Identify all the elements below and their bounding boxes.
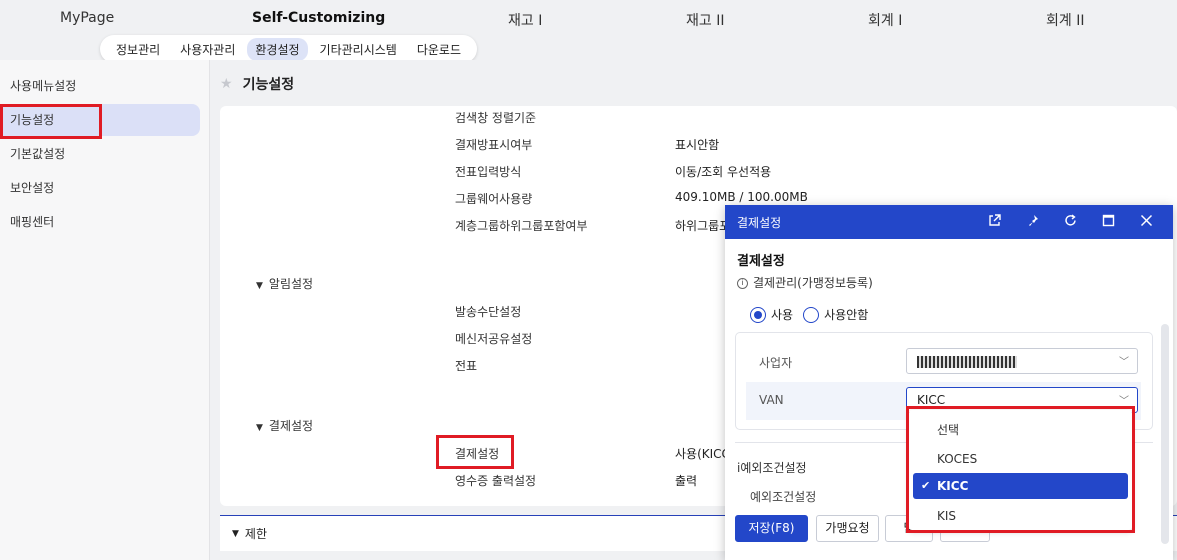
refresh-icon[interactable] [1051,213,1089,231]
modal-tools [975,205,1165,239]
sidebar-item-menu-settings[interactable]: 사용메뉴설정 [0,70,200,102]
radio-use-label[interactable]: 사용 [771,306,793,323]
setting-label: 발송수단설정 [455,305,522,319]
setting-value[interactable]: 출력 [675,472,697,489]
section-exception-settings: i예외조건설정 [737,461,807,475]
check-icon: ✔ [921,479,931,492]
radio-not-use-label[interactable]: 사용안함 [824,306,868,323]
setting-label: 전표입력방식 [455,165,522,179]
van-option-kis[interactable]: KIS [913,503,1128,529]
subnav-download[interactable]: 다운로드 [409,38,469,61]
use-radio-group: 사용 사용안함 [750,306,878,323]
sidebar-item-function-settings[interactable]: 기능설정 [0,104,200,136]
setting-label: 그룹웨어사용량 [455,192,533,206]
masked-business-name [917,355,1017,368]
top-navigation: MyPage Self-Customizing 재고 I 재고 II 회계 I … [0,0,1177,38]
van-dropdown-list: 선택 KOCES ✔ KICC KIS [909,410,1132,530]
radio-use[interactable] [750,306,766,323]
setting-label: 영수증 출력설정 [455,474,537,488]
external-link-icon[interactable] [975,213,1013,231]
setting-label: 결재방표시여부 [455,138,533,152]
subnav-info[interactable]: 정보관리 [108,38,168,61]
setting-label: 메신저공유설정 [455,332,533,346]
group-alert-settings[interactable]: ▼ 알림설정 [256,275,313,292]
group-payment-settings[interactable]: ▼ 결제설정 [256,417,313,434]
exception-settings-label: 예외조건설정 [750,490,817,504]
caret-down-icon: ▼ [256,281,263,291]
page-header: ★ 기능설정 [210,60,1177,108]
caret-down-icon: ▼ [232,528,239,539]
modal-header[interactable]: 결제설정 [725,205,1173,239]
van-option-select[interactable]: 선택 [913,417,1128,443]
favorite-star-icon[interactable]: ★ [220,76,233,92]
business-row: 사업자 ﹀ [746,343,1141,381]
radio-not-use[interactable] [803,306,820,323]
nav-inventory-2[interactable]: 재고 II [686,10,724,30]
sidebar-item-mapping-center[interactable]: 매핑센터 [0,206,200,238]
sidebar-item-default-settings[interactable]: 기본값설정 [0,138,200,170]
page-title: 기능설정 [242,77,295,93]
van-label: VAN [759,393,784,407]
subnav-users[interactable]: 사용자관리 [172,38,243,61]
setting-label: 계층그룹하위그룹포함여부 [455,219,588,233]
close-icon[interactable] [1127,214,1165,231]
nav-accounting-1[interactable]: 회계 I [868,10,902,30]
setting-label: 전표 [455,359,478,373]
chevron-down-icon: ﹀ [1119,357,1129,368]
subnav-other-systems[interactable]: 기타관리시스템 [312,38,405,61]
nav-accounting-2[interactable]: 회계 II [1046,10,1084,30]
maximize-icon[interactable] [1089,214,1127,231]
setting-value[interactable]: 표시안함 [675,136,719,153]
save-button[interactable]: 저장(F8) [735,515,808,542]
setting-label: 검색창 정렬기준 [455,111,537,125]
subnav-settings[interactable]: 환경설정 [247,37,308,61]
van-option-koces[interactable]: KOCES [913,446,1128,472]
setting-value[interactable]: 하위그룹포 [675,217,730,234]
chevron-down-icon: ﹀ [1119,396,1129,407]
merchant-request-button[interactable]: 가맹요청 [816,515,879,542]
business-select[interactable]: ﹀ [906,348,1138,374]
modal-title: 결제설정 [737,254,785,269]
van-selected-value: KICC [917,393,946,407]
van-option-kicc[interactable]: ✔ KICC [913,473,1128,499]
sidebar: 사용메뉴설정 기능설정 기본값설정 보안설정 매핑센터 [0,60,210,560]
info-icon: i [737,278,748,289]
business-label: 사업자 [759,356,793,370]
sub-navigation: 정보관리 사용자관리 환경설정 기타관리시스템 다운로드 [100,35,477,63]
nav-self-customizing[interactable]: Self-Customizing [252,10,385,26]
caret-down-icon: ▼ [256,423,263,433]
modal-header-title: 결제설정 [737,215,782,230]
setting-value: 409.10MB / 100.00MB [675,190,808,204]
pin-icon[interactable] [1013,214,1051,231]
scrollbar[interactable] [1161,324,1169,544]
sidebar-item-security-settings[interactable]: 보안설정 [0,172,200,204]
setting-value[interactable]: 이동/조회 우선적용 [675,163,771,180]
nav-mypage[interactable]: MyPage [60,10,114,26]
payment-setting-label[interactable]: 결제설정 [455,445,499,462]
section-payment-management: i 결제관리(가맹정보등록) [737,274,873,291]
nav-inventory-1[interactable]: 재고 I [508,10,542,30]
